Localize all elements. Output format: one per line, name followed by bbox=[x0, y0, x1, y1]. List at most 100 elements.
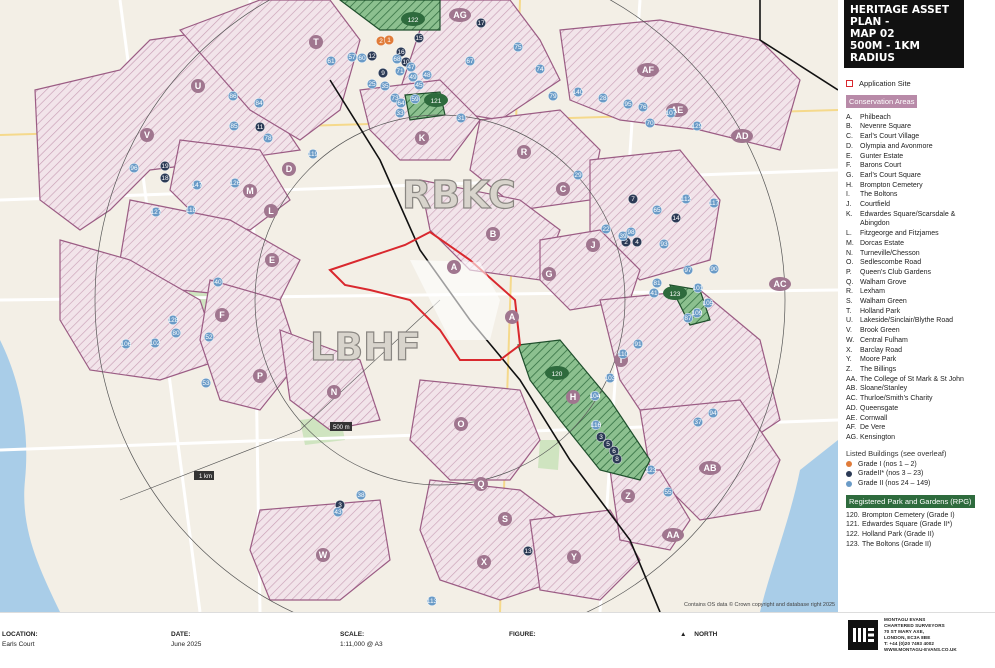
listed-building-marker[interactable]: 74 bbox=[534, 63, 546, 75]
listed-building-marker[interactable]: 94 bbox=[707, 407, 719, 419]
listed-building-marker[interactable]: 68 bbox=[391, 53, 403, 65]
legend-conservation-area-item[interactable]: F. Barons Court bbox=[846, 161, 991, 171]
legend-conservation-area-item[interactable]: W. Central Fulham bbox=[846, 336, 991, 346]
listed-building-marker[interactable]: 28 bbox=[597, 92, 609, 104]
legend-rpg-item[interactable]: 122. Holland Park (Grade II) bbox=[846, 530, 991, 540]
listed-building-marker[interactable]: 61 bbox=[325, 55, 337, 67]
ca-marker-u[interactable]: U bbox=[191, 79, 205, 93]
map-canvas[interactable]: 500 m 1 km RBKC LBHF A A B C D E F G H I… bbox=[0, 0, 838, 612]
listed-building-marker[interactable]: 109 bbox=[692, 307, 703, 319]
legend-conservation-area-item[interactable]: G. Earl's Court Square bbox=[846, 171, 991, 181]
listed-building-marker[interactable]: 112 bbox=[681, 193, 692, 205]
legend-conservation-area-item[interactable]: O. Sedlescombe Road bbox=[846, 258, 991, 268]
rpg-marker-120[interactable]: 120 bbox=[545, 366, 569, 380]
listed-building-marker[interactable]: 76 bbox=[637, 101, 649, 113]
listed-building-marker[interactable]: 102 bbox=[150, 337, 161, 349]
rpg-marker-123[interactable]: 123 bbox=[663, 286, 687, 300]
legend-conservation-area-item[interactable]: N. Turneville/Chesson bbox=[846, 249, 991, 259]
legend-conservation-area-item[interactable]: M. Dorcas Estate bbox=[846, 239, 991, 249]
legend-conservation-area-item[interactable]: P. Queen's Club Gardens bbox=[846, 268, 991, 278]
ca-marker-ab[interactable]: AB bbox=[699, 461, 721, 475]
listed-building-marker[interactable]: 53 bbox=[200, 377, 212, 389]
ca-marker-ag[interactable]: AG bbox=[449, 8, 471, 22]
ca-marker-g[interactable]: G bbox=[542, 267, 556, 281]
listed-building-marker[interactable]: 7 bbox=[627, 193, 639, 205]
ca-marker-ad[interactable]: AD bbox=[731, 129, 753, 143]
listed-building-marker[interactable]: 15 bbox=[413, 32, 425, 44]
listed-building-marker[interactable]: 103 bbox=[605, 372, 616, 384]
listed-building-marker[interactable]: 40 bbox=[212, 276, 224, 288]
legend-rpg-item[interactable]: 123. The Boltons (Grade II) bbox=[846, 540, 991, 550]
brand-line[interactable]: WWW.MONTAGU-EVANS.CO.UK bbox=[884, 647, 957, 653]
legend-conservation-area-item[interactable]: Z. The Billings bbox=[846, 365, 991, 375]
ca-marker-h[interactable]: H bbox=[566, 390, 580, 404]
legend-rpg-item[interactable]: 120. Brompton Cemetery (Grade I) bbox=[846, 511, 991, 521]
legend-conservation-area-item[interactable]: B. Nevenre Square bbox=[846, 122, 991, 132]
ca-marker-t[interactable]: T bbox=[309, 35, 323, 49]
ca-marker-ac[interactable]: AC bbox=[769, 277, 791, 291]
listed-building-marker[interactable]: 35 bbox=[379, 80, 391, 92]
listed-building-marker[interactable]: 97 bbox=[682, 264, 694, 276]
listed-building-marker[interactable]: 14 bbox=[670, 212, 682, 224]
rpg-marker-122[interactable]: 122 bbox=[401, 12, 425, 26]
listed-building-marker[interactable]: 105 bbox=[703, 297, 714, 309]
legend-application-site[interactable]: Application Site bbox=[846, 79, 991, 89]
listed-building-marker[interactable]: 41 bbox=[648, 287, 660, 299]
ca-marker-w[interactable]: W bbox=[316, 548, 330, 562]
listed-building-marker[interactable]: 37 bbox=[692, 416, 704, 428]
legend-rpg-item[interactable]: 121. Edwardes Square (Grade II*) bbox=[846, 520, 991, 530]
listed-building-marker[interactable]: 4 bbox=[631, 236, 643, 248]
ca-marker-m[interactable]: M bbox=[243, 184, 257, 198]
listed-building-marker[interactable]: 52 bbox=[203, 331, 215, 343]
listed-building-marker[interactable]: 128 bbox=[168, 314, 179, 326]
legend-conservation-area-item[interactable]: Q. Walham Grove bbox=[846, 278, 991, 288]
listed-building-marker[interactable]: 93 bbox=[658, 238, 670, 250]
ca-marker-af[interactable]: AF bbox=[637, 63, 659, 77]
listed-building-marker[interactable]: 3 bbox=[595, 431, 607, 443]
ca-marker-a[interactable]: A bbox=[505, 310, 519, 324]
listed-building-marker[interactable]: 47 bbox=[405, 61, 417, 73]
legend-conservation-area-item[interactable]: T. Holland Park bbox=[846, 307, 991, 317]
listed-building-marker[interactable]: 70 bbox=[644, 117, 656, 129]
legend-conservation-area-item[interactable]: R. Lexham bbox=[846, 287, 991, 297]
listed-building-marker[interactable]: 87 bbox=[682, 312, 694, 324]
listed-building-marker[interactable]: 33 bbox=[394, 107, 406, 119]
ca-marker-f[interactable]: F bbox=[215, 308, 229, 322]
listed-building-marker[interactable]: 118 bbox=[186, 204, 197, 216]
listed-building-marker[interactable]: 119 bbox=[308, 148, 319, 160]
legend-conservation-area-item[interactable]: J. Courtfield bbox=[846, 200, 991, 210]
ca-marker-e[interactable]: E bbox=[265, 253, 279, 267]
ca-marker-o[interactable]: O bbox=[454, 417, 468, 431]
ca-marker-j[interactable]: J bbox=[586, 238, 600, 252]
legend-conservation-area-item[interactable]: Y. Moore Park bbox=[846, 355, 991, 365]
ca-marker-q[interactable]: Q bbox=[474, 477, 488, 491]
listed-building-marker[interactable]: 19 bbox=[159, 160, 171, 172]
listed-building-marker[interactable]: 147 bbox=[192, 179, 203, 191]
listed-building-marker[interactable]: 86 bbox=[227, 90, 239, 102]
ca-marker-p[interactable]: P bbox=[253, 369, 267, 383]
listed-building-marker[interactable]: 31 bbox=[455, 112, 467, 124]
listed-building-marker[interactable]: 25 bbox=[366, 78, 378, 90]
listed-building-marker[interactable]: 84 bbox=[253, 97, 265, 109]
listed-building-marker[interactable]: 110 bbox=[618, 348, 629, 360]
listed-building-marker[interactable]: 106 bbox=[121, 338, 132, 350]
legend-conservation-area-item[interactable]: AG. Kensington bbox=[846, 433, 991, 443]
legend-listed-building-item[interactable]: Grade I (nos 1 – 2) bbox=[846, 460, 991, 470]
listed-building-marker[interactable]: 38 bbox=[355, 489, 367, 501]
ca-marker-s[interactable]: S bbox=[498, 512, 512, 526]
listed-building-marker[interactable]: 18 bbox=[159, 172, 171, 184]
ca-marker-l[interactable]: L bbox=[264, 204, 278, 218]
legend-conservation-area-item[interactable]: AA. The College of St Mark & St John bbox=[846, 375, 991, 385]
listed-building-marker[interactable]: 101 bbox=[693, 282, 704, 294]
listed-building-marker[interactable]: 60 bbox=[356, 52, 368, 64]
ca-marker-v[interactable]: V bbox=[140, 128, 154, 142]
legend-conservation-area-item[interactable]: I. The Boltons bbox=[846, 190, 991, 200]
legend-conservation-area-item[interactable]: D. Olympia and Avonmore bbox=[846, 142, 991, 152]
listed-building-marker[interactable]: 13 bbox=[522, 545, 534, 557]
ca-marker-aa[interactable]: AA bbox=[662, 528, 684, 542]
legend-conservation-area-item[interactable]: L. Fitzgeorge and Fitzjames bbox=[846, 229, 991, 239]
ca-marker-k[interactable]: K bbox=[415, 131, 429, 145]
legend-conservation-area-item[interactable]: AF. De Vere bbox=[846, 423, 991, 433]
listed-building-marker[interactable]: 5 bbox=[602, 438, 614, 450]
listed-building-marker[interactable]: 91 bbox=[632, 338, 644, 350]
